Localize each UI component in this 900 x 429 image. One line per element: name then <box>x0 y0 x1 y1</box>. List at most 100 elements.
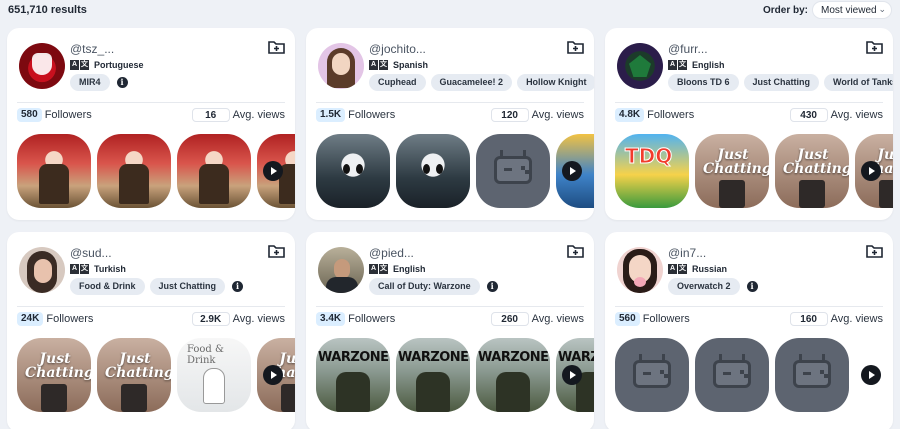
folder-add-icon[interactable] <box>268 243 285 258</box>
language-row: A 文 English <box>668 59 725 71</box>
chevron-right-icon[interactable] <box>562 161 582 181</box>
video-thumbnail[interactable]: Just Chatting <box>695 134 769 208</box>
divider <box>17 306 285 307</box>
avg-views-count: 260 <box>490 312 529 326</box>
creator-card[interactable]: @sud... A 文 Turkish Food & Drink Just Chattin… <box>7 232 295 429</box>
video-thumbnail[interactable]: WARZONE <box>396 338 470 412</box>
video-thumbnail[interactable]: Food & Drink <box>177 338 251 412</box>
creator-card[interactable]: @in7... A 文 Russian Overwatch 2 i 560 Followe… <box>605 232 893 429</box>
thumbnail-title: Food & Drink <box>187 344 224 366</box>
category-tag[interactable]: Bloons TD 6 <box>668 74 739 91</box>
avg-views-count: 16 <box>191 108 230 122</box>
creator-card[interactable]: @pied... A 文 English Call of Duty: Warzone i … <box>306 232 594 429</box>
avg-views-count: 160 <box>789 312 828 326</box>
translate-icon: A文 <box>668 60 687 70</box>
thumbnail-title: TDQ <box>624 144 673 169</box>
chevron-right-icon[interactable] <box>861 161 881 181</box>
thumbnail-title: Just Chatting <box>25 351 91 381</box>
avg-views-label: Avg. views <box>830 313 883 325</box>
video-thumbnails: Just Chatting Just Chatting Food & Drink Ju… <box>17 338 295 412</box>
divider <box>17 102 285 103</box>
category-tag[interactable]: Call of Duty: Warzone <box>369 278 480 295</box>
avg-views-stat: 260 Avg. views <box>490 312 584 326</box>
info-icon[interactable]: i <box>232 281 243 292</box>
video-thumbnails <box>615 338 893 412</box>
video-thumbnail[interactable] <box>177 134 251 208</box>
avatar[interactable] <box>19 247 65 293</box>
stats-row: 560 Followers 160 Avg. views <box>615 312 883 328</box>
avatar[interactable] <box>617 43 663 89</box>
followers-label: Followers <box>44 109 92 121</box>
avatar[interactable] <box>318 247 364 293</box>
video-thumbnails: TDQJust ChattingJust ChattingJust Chatti… <box>615 134 893 208</box>
creator-handle[interactable]: @furr... <box>668 42 708 56</box>
video-thumbnail[interactable]: Just Chatting <box>17 338 91 412</box>
video-thumbnail[interactable] <box>97 134 171 208</box>
video-thumbnail[interactable]: WARZONE <box>316 338 390 412</box>
avatar[interactable] <box>617 247 663 293</box>
folder-add-icon[interactable] <box>567 243 584 258</box>
results-count: 651,710 results <box>8 4 87 16</box>
stats-row: 24K Followers 2.9K Avg. views <box>17 312 285 328</box>
creator-handle[interactable]: @tsz_... <box>70 42 114 56</box>
translate-icon: A文 <box>70 60 89 70</box>
category-tags: Overwatch 2 i <box>668 278 758 295</box>
creator-handle[interactable]: @pied... <box>369 246 414 260</box>
chevron-down-icon: ⌄ <box>878 4 886 14</box>
chevron-right-icon[interactable] <box>562 365 582 385</box>
info-icon[interactable]: i <box>116 77 128 88</box>
folder-add-icon[interactable] <box>567 39 584 54</box>
category-tag[interactable]: Hollow Knight <box>517 74 594 91</box>
avg-views-label: Avg. views <box>232 313 285 325</box>
video-thumbnail[interactable]: WARZONE <box>476 338 550 412</box>
placeholder-thumbnail[interactable] <box>775 338 849 412</box>
chevron-right-icon[interactable] <box>263 161 283 181</box>
creator-handle[interactable]: @jochito... <box>369 42 426 56</box>
category-tag[interactable]: MIR4 <box>70 74 110 91</box>
video-thumbnail[interactable] <box>396 134 470 208</box>
creator-card[interactable]: @tsz_... A 文 Portuguese MIR4 i 580 Followers … <box>7 28 295 220</box>
translate-icon: A文 <box>70 264 89 274</box>
order-by-select[interactable]: Most viewed ⌄ <box>812 1 892 19</box>
creator-card[interactable]: @jochito... A 文 Spanish Cuphead Guacamelee! 2… <box>306 28 594 220</box>
folder-add-icon[interactable] <box>866 39 883 54</box>
language-name: Spanish <box>393 60 429 70</box>
creator-card[interactable]: @furr... A 文 English Bloons TD 6 Just Chattin… <box>605 28 893 220</box>
results-toolbar: 651,710 results Order by: Most viewed ⌄ <box>0 0 900 22</box>
video-thumbnail[interactable]: Just Chatting <box>775 134 849 208</box>
folder-add-icon[interactable] <box>268 39 285 54</box>
video-thumbnail[interactable]: TDQ <box>615 134 689 208</box>
avatar[interactable] <box>19 43 65 89</box>
placeholder-thumbnail[interactable] <box>476 134 550 208</box>
video-thumbnail[interactable] <box>17 134 91 208</box>
category-tag[interactable]: Overwatch 2 <box>668 278 740 295</box>
category-tag[interactable]: World of Tanks C <box>824 74 893 91</box>
translate-icon: A文 <box>369 264 388 274</box>
video-thumbnail[interactable] <box>316 134 390 208</box>
info-icon[interactable]: i <box>486 281 498 292</box>
info-icon[interactable]: i <box>746 281 758 292</box>
category-tag[interactable]: Cuphead <box>369 74 426 91</box>
folder-add-icon[interactable] <box>866 243 883 258</box>
category-tag[interactable]: Food & Drink <box>70 278 145 295</box>
category-tags: Call of Duty: Warzone i <box>369 278 498 295</box>
language-name: Portuguese <box>94 60 144 70</box>
category-tag[interactable]: Just Chatting <box>149 278 225 295</box>
category-tag[interactable]: Guacamelee! 2 <box>430 74 513 91</box>
creator-handle[interactable]: @sud... <box>70 246 112 260</box>
video-thumbnail[interactable]: Just Chatting <box>97 338 171 412</box>
category-tag[interactable]: Just Chatting <box>743 74 820 91</box>
creator-handle[interactable]: @in7... <box>668 246 706 260</box>
placeholder-thumbnail[interactable] <box>615 338 689 412</box>
chevron-right-icon[interactable] <box>861 365 881 385</box>
video-thumbnails <box>316 134 594 208</box>
divider <box>615 102 883 103</box>
language-row: A 文 English <box>369 263 426 275</box>
thumbnail-title: Just Chatting <box>783 147 849 177</box>
avatar[interactable] <box>318 43 364 89</box>
thumbnail-title: WARZONE <box>318 350 389 365</box>
placeholder-thumbnail[interactable] <box>695 338 769 412</box>
chevron-right-icon[interactable] <box>263 365 283 385</box>
followers-stat: 24K Followers <box>17 312 93 326</box>
avg-views-stat: 2.9K Avg. views <box>191 312 285 326</box>
